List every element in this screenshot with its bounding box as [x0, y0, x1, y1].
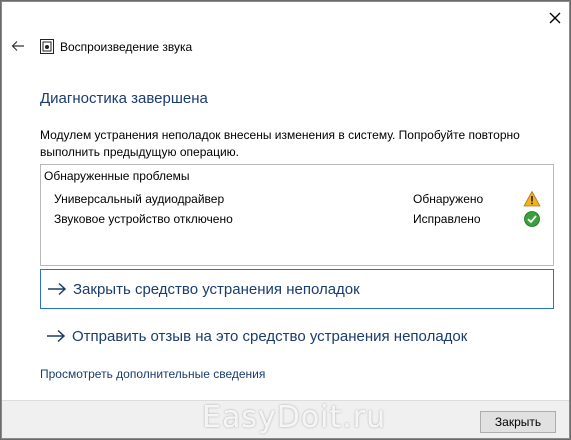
- page-title: Диагностика завершена: [40, 90, 208, 107]
- problems-title: Обнаруженные проблемы: [44, 169, 190, 183]
- problem-status: Исправлено: [413, 212, 481, 226]
- view-details-link[interactable]: Просмотреть дополнительные сведения: [40, 367, 265, 381]
- window-title: Воспроизведение звука: [60, 40, 193, 54]
- arrow-right-icon: [47, 329, 66, 343]
- close-icon: [549, 12, 561, 24]
- problem-row: Универсальный аудиодрайвер Обнаружено: [41, 190, 553, 210]
- back-arrow-icon: [11, 41, 24, 51]
- troubleshooter-window: Воспроизведение звука Диагностика заверш…: [1, 1, 570, 439]
- speaker-troubleshoot-icon: [40, 39, 54, 54]
- watermark: EasyDoit.ru: [202, 400, 387, 435]
- fixed-check-icon: [524, 211, 540, 227]
- back-button[interactable]: [10, 38, 26, 54]
- close-window-button[interactable]: [543, 6, 567, 30]
- problem-name: Универсальный аудиодрайвер: [54, 192, 225, 206]
- problem-status: Обнаружено: [413, 192, 484, 206]
- close-troubleshooter-link[interactable]: Закрыть средство устранения неполадок: [40, 269, 554, 309]
- problems-box: Обнаруженные проблемы Универсальный ауди…: [40, 164, 554, 266]
- close-troubleshooter-label: Закрыть средство устранения неполадок: [73, 280, 360, 298]
- send-feedback-label: Отправить отзыв на это средство устранен…: [72, 327, 468, 345]
- send-feedback-link[interactable]: Отправить отзыв на это средство устранен…: [40, 316, 554, 356]
- problem-row: Звуковое устройство отключено Исправлено: [41, 211, 553, 230]
- warning-icon: [523, 190, 541, 207]
- result-message: Модулем устранения неполадок внесены изм…: [40, 128, 520, 159]
- problem-name: Звуковое устройство отключено: [54, 212, 233, 226]
- close-button[interactable]: Закрыть: [480, 411, 556, 433]
- arrow-right-icon: [48, 282, 67, 296]
